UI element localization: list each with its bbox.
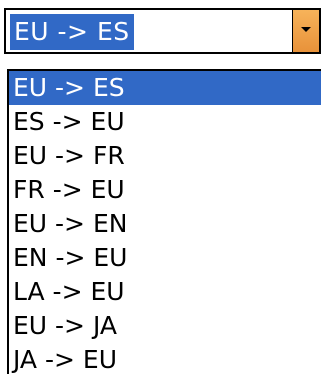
- combobox-selected-value[interactable]: EU -> ES: [10, 14, 134, 50]
- list-item[interactable]: EU -> ES: [9, 71, 321, 105]
- dropdown-list[interactable]: EU -> ES ES -> EU EU -> FR FR -> EU EU -…: [7, 69, 321, 374]
- list-item[interactable]: EU -> FR: [9, 139, 321, 173]
- chevron-down-icon: [301, 27, 311, 32]
- list-item[interactable]: EU -> EN: [9, 207, 321, 241]
- dropdown-button[interactable]: [292, 10, 319, 52]
- list-item[interactable]: FR -> EU: [9, 173, 321, 207]
- list-item[interactable]: JA -> EU: [9, 343, 321, 374]
- list-item[interactable]: LA -> EU: [9, 275, 321, 309]
- list-item[interactable]: EU -> JA: [9, 309, 321, 343]
- list-item[interactable]: EN -> EU: [9, 241, 321, 275]
- list-item[interactable]: ES -> EU: [9, 105, 321, 139]
- language-pair-combobox[interactable]: EU -> ES: [4, 8, 321, 54]
